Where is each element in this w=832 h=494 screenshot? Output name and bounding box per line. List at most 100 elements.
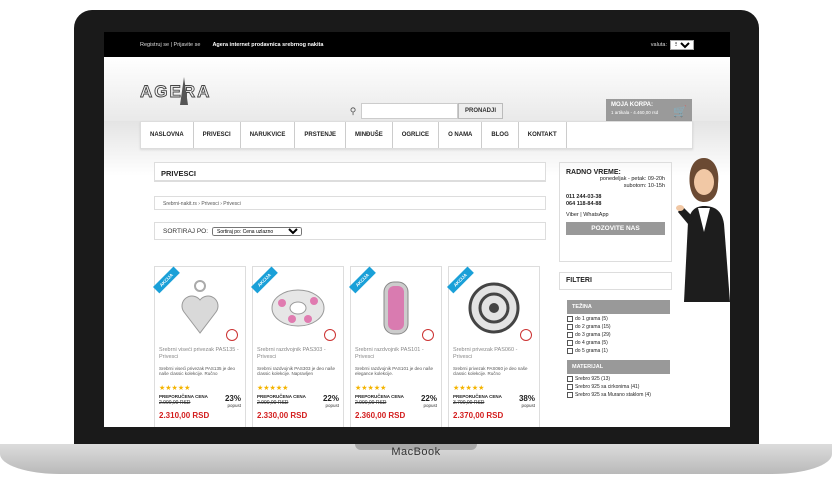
- currency-label: valuta:: [650, 41, 667, 48]
- quality-stamp-icon: [520, 329, 532, 341]
- product-card[interactable]: AKCIJA Srebrni razdvojnik PAS303 - Prive…: [251, 266, 344, 427]
- old-price: 2.990,00 RSD: [355, 400, 387, 406]
- product-name[interactable]: Srebrni viseći privezak PAS135 - Privesc…: [159, 347, 241, 363]
- call-us-button[interactable]: POZOVITE NAS: [566, 221, 665, 235]
- sort-select[interactable]: Sortiraj po: Cena uzlazno: [212, 226, 303, 236]
- product-name[interactable]: Srebrni privezak PAS060 - Privesci: [453, 347, 535, 363]
- hours-weekdays: ponedeljak - petak: 09-20h: [599, 176, 665, 182]
- discount-percent: 22%: [420, 394, 437, 403]
- filter-option[interactable]: do 4 grama (5): [567, 340, 670, 346]
- product-card[interactable]: AKCIJA Srebrni privezak PAS060 - Privesc…: [447, 266, 540, 427]
- browser-screen: Registruj se | Prijavite se Agera intern…: [104, 32, 730, 427]
- quality-stamp-icon: [324, 329, 336, 341]
- filigree-bead-icon: [468, 282, 520, 334]
- product-image[interactable]: [258, 273, 338, 343]
- old-price: 2.990,00 RSD: [257, 400, 289, 406]
- nav-item-prstenje[interactable]: PRSTENJE: [295, 122, 347, 148]
- filter-option[interactable]: Srebro 925 (13): [567, 376, 670, 382]
- filter-option-label: Srebro 925 sa cirkonima (41): [575, 384, 640, 390]
- nav-item-ogrlice[interactable]: OGRLICE: [393, 122, 440, 148]
- site-header: AGERA ⚲ PRONADJI MOJA KORPA: 1 artikala …: [104, 57, 730, 125]
- search-icon: ⚲: [349, 105, 357, 116]
- filter-option[interactable]: do 2 grama (15): [567, 324, 670, 330]
- product-description: Srebrni razdvojnik PAS303 je deo naše cl…: [257, 366, 335, 377]
- sale-price: 2.310,00 RSD: [159, 411, 210, 420]
- product-image[interactable]: [454, 273, 534, 343]
- rating-stars-icon: ★★★★★: [355, 385, 387, 392]
- checkbox[interactable]: [567, 340, 573, 346]
- product-description: Srebrni privezak PAS060 je deo naše clas…: [453, 366, 528, 377]
- filter-option-label: do 2 grama (15): [575, 324, 611, 330]
- sale-price: 2.370,00 RSD: [453, 411, 504, 420]
- discount-label: popust: [325, 403, 339, 408]
- support-agent-image: [676, 158, 730, 302]
- product-name[interactable]: Srebrni razdvojnik PAS303 - Privesci: [257, 347, 339, 363]
- checkbox[interactable]: [567, 348, 573, 354]
- checkbox[interactable]: [567, 384, 573, 390]
- hours-saturday: subotom: 10-15h: [623, 183, 665, 190]
- laptop-brand-label: MacBook: [391, 446, 441, 458]
- currency-selector: valuta: SSD: [650, 39, 694, 50]
- cart-icon: 🛒: [673, 106, 687, 118]
- old-price: 3.790,00 RSD: [453, 400, 485, 406]
- sort-label: SORTIRAJ PO:: [163, 227, 209, 235]
- product-name[interactable]: Srebrni razdvojnik PAS101 - Privesci: [355, 347, 437, 363]
- search-button[interactable]: PRONADJI: [458, 103, 504, 119]
- phone-1[interactable]: 011 244-03-38: [566, 194, 665, 201]
- old-price: 2.990,00 RSD: [159, 400, 191, 406]
- recommended-price-label: PREPORUČENA CENA: [355, 394, 404, 399]
- product-card[interactable]: AKCIJA Srebrni viseći privezak PAS135 - …: [153, 266, 246, 427]
- filter-option[interactable]: Srebro 925 sa Murano staklom (4): [567, 392, 670, 398]
- checkbox[interactable]: [567, 324, 573, 330]
- viber-whatsapp: Viber | WhatsApp: [566, 211, 609, 218]
- recommended-price-label: PREPORUČENA CENA: [159, 394, 208, 399]
- barrel-bead-icon: [383, 281, 409, 335]
- nav-item-naslovna[interactable]: NASLOVNA: [141, 122, 194, 148]
- material-filter-title: MATERIJAL: [567, 360, 670, 374]
- nav-item-narukvice[interactable]: NARUKVICE: [241, 122, 296, 148]
- search-bar: ⚲ PRONADJI: [345, 103, 504, 119]
- material-filter: MATERIJAL Srebro 925 (13) Srebro 925 sa …: [567, 360, 670, 398]
- main-content: PRIVESCI Srebrni-nakit.rs › Privesci › P…: [154, 162, 546, 240]
- filter-option[interactable]: Srebro 925 sa cirkonima (41): [567, 384, 670, 390]
- filters-title: FILTERI: [559, 272, 672, 290]
- sort-bar: SORTIRAJ PO: Sortiraj po: Cena uzlazno: [154, 222, 546, 240]
- working-hours-box: RADNO VREME: ponedeljak - petak: 09-20h …: [559, 162, 672, 262]
- agera-logo[interactable]: AGERA: [140, 75, 240, 107]
- product-image[interactable]: [356, 273, 436, 343]
- filter-option-label: do 4 grama (5): [575, 340, 608, 346]
- nav-item-minduse[interactable]: MINĐUŠE: [346, 122, 393, 148]
- nav-item-o-nama[interactable]: O NAMA: [439, 122, 483, 148]
- top-bar: Registruj se | Prijavite se Agera intern…: [104, 32, 730, 57]
- recommended-price-label: PREPORUČENA CENA: [453, 394, 502, 399]
- filter-option[interactable]: do 1 grama (5): [567, 316, 670, 322]
- quality-stamp-icon: [226, 329, 238, 341]
- filter-option[interactable]: do 5 grama (1): [567, 348, 670, 354]
- nav-item-privesci[interactable]: PRIVESCI: [194, 122, 241, 148]
- checkbox[interactable]: [567, 316, 573, 322]
- search-input[interactable]: [361, 103, 458, 119]
- sidebar: RADNO VREME: ponedeljak - petak: 09-20h …: [559, 162, 672, 398]
- filter-option[interactable]: do 3 grama (29): [567, 332, 670, 338]
- price-box: PREPORUČENA CENA 3.790,00 RSD 38% popust: [453, 394, 535, 408]
- rating-stars-icon: ★★★★★: [257, 385, 289, 392]
- breadcrumb[interactable]: Srebrni-nakit.rs › Privesci › Privesci: [154, 196, 546, 210]
- product-image[interactable]: [160, 273, 240, 343]
- logo-text: AGERA: [140, 82, 211, 101]
- checkbox[interactable]: [567, 392, 573, 398]
- main-nav: NASLOVNA PRIVESCI NARUKVICE PRSTENJE MIN…: [140, 121, 693, 149]
- register-login-link[interactable]: Registruj se | Prijavite se: [140, 42, 200, 48]
- filter-option-label: Srebro 925 sa Murano staklom (4): [575, 392, 651, 398]
- discount-label: popust: [227, 403, 241, 408]
- price-box: PREPORUČENA CENA 2.990,00 RSD 22% popust: [257, 394, 339, 408]
- store-tagline: Agera internet prodavnica srebrnog nakit…: [212, 41, 324, 48]
- checkbox[interactable]: [567, 332, 573, 338]
- currency-select[interactable]: SSD: [670, 39, 694, 50]
- nav-item-blog[interactable]: BLOG: [482, 122, 519, 148]
- product-card[interactable]: AKCIJA Srebrni razdvojnik PAS101 - Prive…: [349, 266, 442, 427]
- checkbox[interactable]: [567, 376, 573, 382]
- nav-item-kontakt[interactable]: KONTAKT: [519, 122, 567, 148]
- price-box: PREPORUČENA CENA 2.990,00 RSD 23% popust: [159, 394, 241, 408]
- phone-2[interactable]: 064 118-84-88: [566, 201, 665, 208]
- filter-option-label: do 1 grama (5): [575, 316, 608, 322]
